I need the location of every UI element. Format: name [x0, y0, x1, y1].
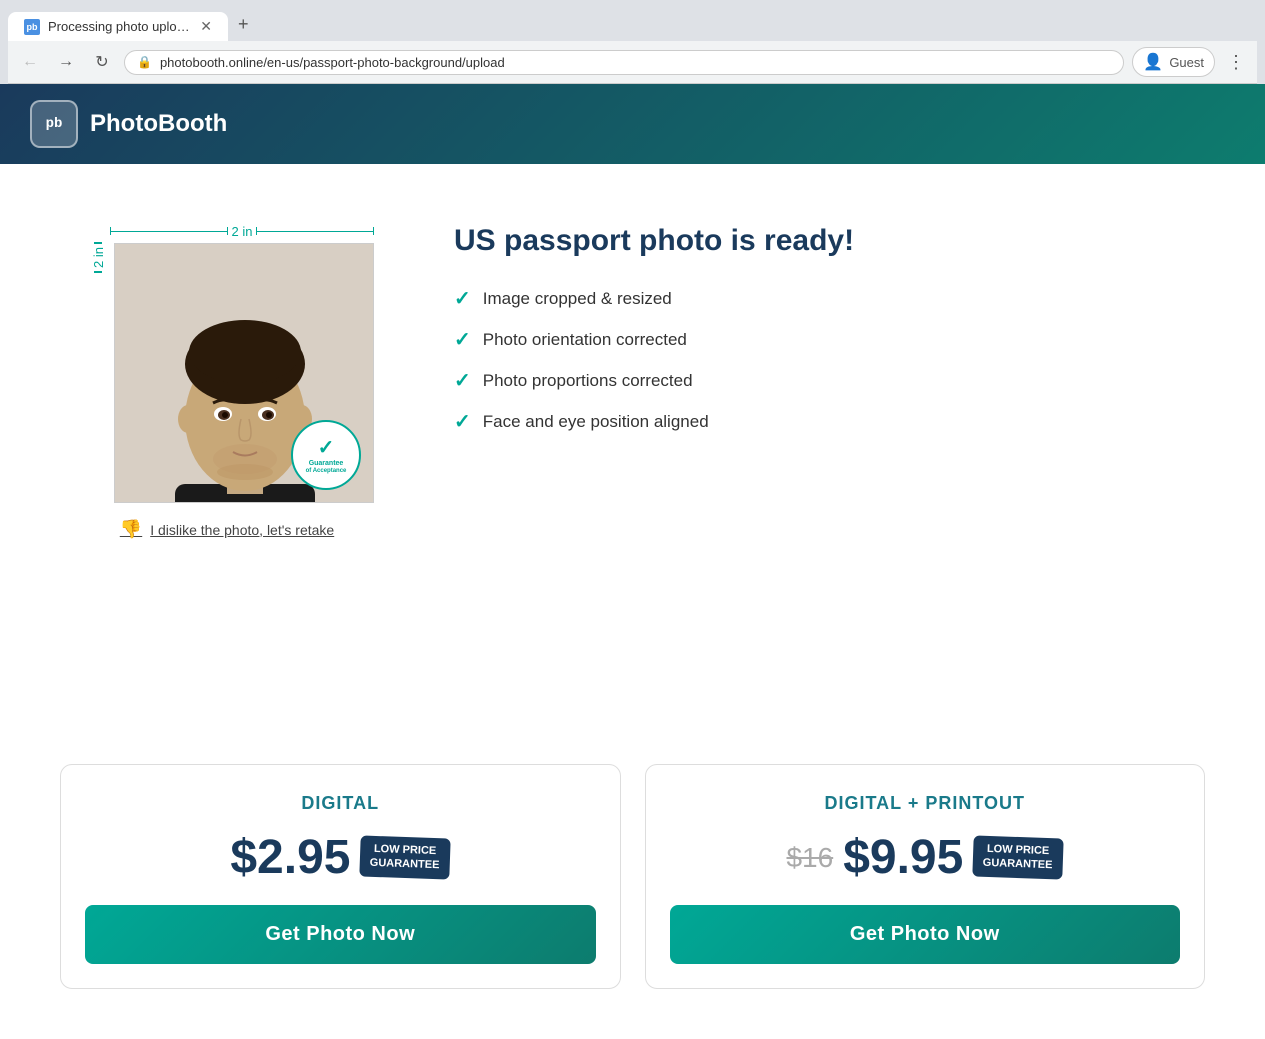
active-tab[interactable]: pb Processing photo upload - P ✕: [8, 12, 228, 41]
check-icon-1: ✓: [454, 286, 471, 311]
dimension-top: 2 in: [110, 224, 374, 239]
pricing-section: DIGITAL $2.95 LOW PRICE GUARANTEE Get Ph…: [0, 764, 1265, 1039]
guarantee-check-icon: ✓: [318, 435, 335, 460]
photo-section: 2 in 2 in: [60, 204, 394, 724]
check-icon-3: ✓: [454, 368, 471, 393]
feature-label-4: Face and eye position aligned: [483, 412, 709, 432]
back-button[interactable]: ←: [16, 48, 44, 76]
tab-favicon: pb: [24, 19, 40, 35]
reload-button[interactable]: ↻: [88, 48, 116, 76]
digital-printout-price: $9.95: [843, 830, 963, 885]
digital-printout-card-title: DIGITAL + PRINTOUT: [824, 793, 1025, 814]
dim-line-top-left: [110, 231, 228, 232]
photo-frame-wrapper: 2 in 2 in: [60, 204, 394, 503]
feature-list: ✓ Image cropped & resized ✓ Photo orient…: [454, 286, 1205, 434]
site-header: pb PhotoBooth: [0, 84, 1265, 164]
tab-title: Processing photo upload - P: [48, 19, 192, 34]
check-icon-2: ✓: [454, 327, 471, 352]
browser-menu-button[interactable]: ⋮: [1223, 48, 1249, 77]
profile-icon: 👤: [1143, 52, 1163, 72]
digital-card-title: DIGITAL: [301, 793, 379, 814]
browser-chrome: pb Processing photo upload - P ✕ + ← → ↻…: [0, 0, 1265, 84]
tab-close-button[interactable]: ✕: [200, 18, 212, 35]
lock-icon: 🔒: [137, 55, 152, 69]
digital-price-badge: LOW PRICE GUARANTEE: [360, 836, 451, 880]
dimension-left: 2 in: [90, 243, 114, 272]
profile-button[interactable]: 👤 Guest: [1132, 47, 1215, 77]
url-input[interactable]: [160, 55, 1111, 70]
digital-get-photo-button[interactable]: Get Photo Now: [85, 905, 596, 964]
dimension-top-label: 2 in: [232, 224, 253, 239]
feature-item-3: ✓ Photo proportions corrected: [454, 368, 1205, 393]
feature-item-1: ✓ Image cropped & resized: [454, 286, 1205, 311]
ready-title: US passport photo is ready!: [454, 224, 1205, 258]
dim-line-top-right: [256, 231, 374, 232]
main-content: 2 in 2 in: [0, 164, 1265, 764]
feature-item-2: ✓ Photo orientation corrected: [454, 327, 1205, 352]
brand-name: PhotoBooth: [90, 110, 227, 138]
forward-button[interactable]: →: [52, 48, 80, 76]
digital-printout-price-row: $16 $9.95 LOW PRICE GUARANTEE: [786, 830, 1063, 885]
digital-printout-card: DIGITAL + PRINTOUT $16 $9.95 LOW PRICE G…: [645, 764, 1206, 989]
digital-printout-price-badge: LOW PRICE GUARANTEE: [973, 836, 1064, 880]
new-tab-button[interactable]: +: [228, 8, 259, 41]
feature-item-4: ✓ Face and eye position aligned: [454, 409, 1205, 434]
digital-printout-badge-line2: GUARANTEE: [983, 856, 1053, 873]
digital-printout-price-original: $16: [786, 842, 833, 874]
dimension-left-label: 2 in: [91, 247, 106, 268]
digital-badge-line2: GUARANTEE: [370, 856, 440, 873]
profile-label: Guest: [1169, 55, 1204, 70]
logo-icon: pb: [30, 100, 78, 148]
photo-row: 2 in: [90, 243, 374, 503]
passport-photo: ✓ Guarantee of Acceptance: [114, 243, 374, 503]
thumbs-down-icon: 👎: [120, 519, 142, 540]
info-section: US passport photo is ready! ✓ Image crop…: [454, 204, 1205, 724]
feature-label-1: Image cropped & resized: [483, 289, 672, 309]
feature-label-3: Photo proportions corrected: [483, 371, 693, 391]
digital-card: DIGITAL $2.95 LOW PRICE GUARANTEE Get Ph…: [60, 764, 621, 989]
feature-label-2: Photo orientation corrected: [483, 330, 687, 350]
logo[interactable]: pb PhotoBooth: [30, 100, 227, 148]
retake-text: I dislike the photo, let's retake: [150, 522, 334, 538]
digital-printout-get-photo-button[interactable]: Get Photo Now: [670, 905, 1181, 964]
guarantee-text-1: Guarantee: [309, 460, 344, 468]
check-icon-4: ✓: [454, 409, 471, 434]
digital-price: $2.95: [230, 830, 350, 885]
digital-price-row: $2.95 LOW PRICE GUARANTEE: [230, 830, 450, 885]
guarantee-text-2: of Acceptance: [306, 468, 347, 475]
guarantee-badge: ✓ Guarantee of Acceptance: [291, 420, 361, 490]
retake-link[interactable]: 👎 I dislike the photo, let's retake: [120, 519, 334, 540]
address-bar[interactable]: 🔒: [124, 50, 1124, 75]
